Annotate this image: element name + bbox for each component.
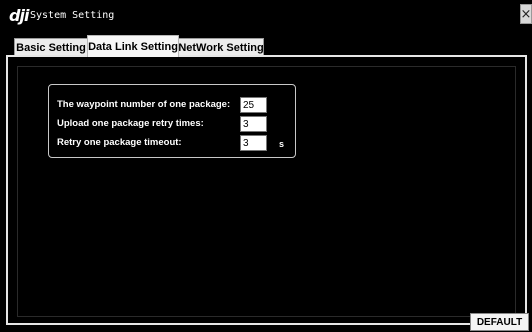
tab-network-setting[interactable]: NetWork Setting: [178, 38, 264, 56]
default-button[interactable]: DEFAULT: [470, 313, 529, 331]
close-button[interactable]: ×: [520, 4, 532, 24]
retry-times-row: Upload one package retry times: 3: [57, 116, 293, 132]
timeout-unit: s: [279, 139, 285, 149]
window-title: System Setting: [30, 10, 115, 21]
panel-inner-frame: The waypoint number of one package: 25 U…: [17, 66, 529, 331]
data-link-settings-group: The waypoint number of one package: 25 U…: [48, 84, 296, 158]
waypoint-label: The waypoint number of one package:: [57, 99, 231, 110]
tab-panel: The waypoint number of one package: 25 U…: [6, 55, 529, 331]
dji-logo: dji: [9, 6, 29, 25]
tab-basic-setting[interactable]: Basic Setting: [14, 38, 88, 56]
retry-times-input[interactable]: 3: [240, 116, 267, 132]
tab-data-link-setting[interactable]: Data Link Setting: [87, 35, 179, 57]
system-setting-window: dji System Setting × Basic Setting Data …: [0, 0, 532, 332]
timeout-input[interactable]: 3: [240, 135, 267, 151]
timeout-row: Retry one package timeout: 3 s: [57, 135, 293, 151]
title-bar[interactable]: dji System Setting ×: [0, 0, 532, 32]
retry-times-label: Upload one package retry times:: [57, 118, 204, 129]
close-icon: ×: [520, 6, 532, 22]
waypoint-input[interactable]: 25: [240, 97, 267, 113]
waypoint-row: The waypoint number of one package: 25: [57, 97, 293, 113]
tab-strip: Basic Setting Data Link Setting NetWork …: [0, 32, 532, 57]
timeout-label: Retry one package timeout:: [57, 137, 182, 148]
